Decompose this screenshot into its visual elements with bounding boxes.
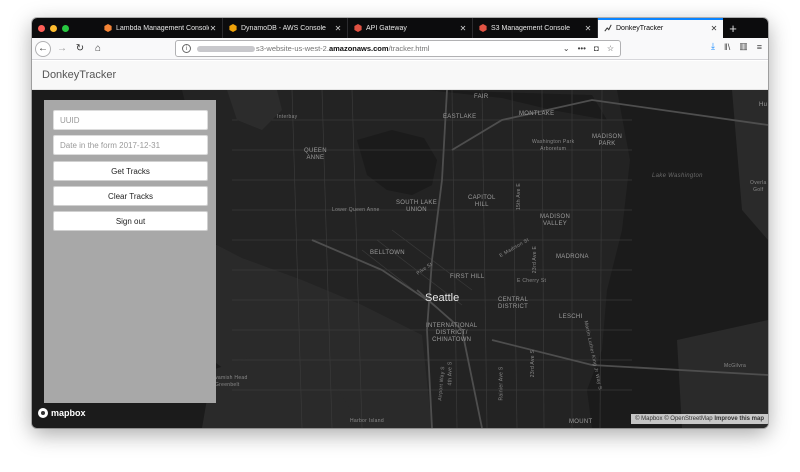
bookmark-star-icon[interactable]: ☆ [607,44,614,53]
map-label: Rainier Ave S [498,366,505,401]
library-icon[interactable]: ‖\ [724,42,730,52]
map-label: MOUNT [569,419,593,425]
sidebar-icon[interactable]: ▥ [739,41,748,52]
map-label: Lower Queen Anne [332,207,380,213]
redacted-url-part [197,45,255,52]
browser-window: Lambda Management Console ✕ DynamoDB - A… [32,18,768,428]
tab-donkeytracker[interactable]: DonkeyTracker ✕ [598,18,723,38]
map-label: FIRST HILL [450,274,485,280]
map-label: Interbay [277,114,298,120]
control-panel: Get Tracks Clear Tracks Sign out [44,100,216,403]
map-label: Harbor Island [350,418,384,424]
tab-label: S3 Management Console [491,24,570,32]
home-icon[interactable]: ⌂ [91,42,105,56]
map-label: 23rd Ave E [532,245,539,274]
get-tracks-button[interactable]: Get Tracks [53,161,208,181]
zoom-window-button[interactable] [62,24,69,32]
url-domain: amazonaws.com [328,44,389,53]
mapbox-logo[interactable]: mapbox [38,408,86,418]
tab-label: DonkeyTracker [616,24,664,32]
map-label: McGilvra [724,363,747,369]
url-path: /tracker.html [388,44,430,53]
tracker-icon [604,24,612,32]
map-label: LESCHI [559,314,583,320]
attribution-mapbox-link[interactable]: © Mapbox [635,416,662,422]
menu-icon[interactable]: ≡ [757,42,762,52]
app-header: DonkeyTracker [32,61,768,90]
download-icon[interactable]: ⤓ [711,41,715,52]
map-label: MONTLAKE [519,111,555,117]
chevron-down-icon[interactable]: ⌄ [563,44,570,53]
url-prefix: s3-website-us-west-2. [256,44,329,53]
info-icon[interactable]: i [182,44,191,53]
aws-dynamodb-icon [229,24,237,32]
map-label: Overla Golf [750,180,767,193]
tab-dynamodb[interactable]: DynamoDB - AWS Console ✕ [223,18,348,38]
map-label: 4th Ave S [447,361,454,386]
aws-lambda-icon [104,24,112,32]
map-label: Hu [759,102,768,108]
map-label: SOUTH LAKE UNION [396,200,438,213]
window-controls [32,18,98,38]
clear-tracks-button[interactable]: Clear Tracks [53,186,208,206]
close-tab-icon[interactable]: ✕ [710,24,718,33]
map-label: EASTLAKE [443,114,477,120]
back-arrow-icon[interactable]: ← [35,40,51,57]
tab-label: Lambda Management Console [116,24,209,32]
forward-arrow-icon[interactable]: → [55,42,69,56]
map-attribution: © Mapbox © OpenStreetMap Improve this ma… [631,414,768,424]
improve-map-link[interactable]: Improve this map [714,416,764,422]
tab-strip: Lambda Management Console ✕ DynamoDB - A… [32,18,768,38]
map-label: MADRONA [556,254,589,260]
map-label: CAPITOL HILL [468,195,496,208]
map-label: Washington Park Arboretum [532,139,575,152]
map-label: INTERNATIONAL DISTRICT/ CHINATOWN [426,323,478,343]
mapbox-logo-text: mapbox [51,408,86,418]
map-label: FAIR [474,94,489,100]
map-label: MADISON PARK [592,134,623,147]
map-label-seattle: Seattle [425,292,460,304]
tab-label: API Gateway [366,24,407,32]
tab-s3[interactable]: S3 Management Console ✕ [473,18,598,38]
close-tab-icon[interactable]: ✕ [584,24,592,33]
toolbar-right: ⤓ ‖\ ▥ ≡ [711,41,762,52]
pocket-icon[interactable]: ◘ [594,44,599,53]
app-title[interactable]: DonkeyTracker [42,69,116,81]
tab-lambda[interactable]: Lambda Management Console ✕ [98,18,223,38]
aws-s3-icon [479,24,487,32]
aws-apigateway-icon [354,24,362,32]
map-label: BELLTOWN [370,250,405,256]
date-input[interactable] [53,135,208,155]
map-label: QUEEN ANNE [304,148,327,161]
map-label: 23rd Ave S [530,349,537,378]
close-window-button[interactable] [38,24,45,32]
close-tab-icon[interactable]: ✕ [334,24,342,33]
url-bar[interactable]: i s3-website-us-west-2. amazonaws.com /t… [175,40,621,57]
minimize-window-button[interactable] [50,24,57,32]
tab-label: DynamoDB - AWS Console [241,24,326,32]
map-label: E Cherry St [517,278,547,284]
attribution-osm-link[interactable]: © OpenStreetMap [664,416,712,422]
reload-icon[interactable]: ↻ [73,42,87,56]
mapbox-icon [38,408,48,418]
map-label: CENTRAL DISTRICT [498,297,529,310]
close-tab-icon[interactable]: ✕ [209,24,217,33]
map-label: Lake Washington [652,173,703,179]
tab-apigateway[interactable]: API Gateway ✕ [348,18,473,38]
map-label: 15th Ave E [516,182,523,211]
new-tab-button[interactable]: + [723,18,743,38]
more-icon[interactable]: ••• [578,44,586,53]
map-label: MADISON VALLEY [540,214,571,227]
sign-out-button[interactable]: Sign out [53,211,208,231]
navigation-bar: ← → ↻ ⌂ i s3-website-us-west-2. amazonaw… [32,38,768,60]
uuid-input[interactable] [53,110,208,130]
close-tab-icon[interactable]: ✕ [459,24,467,33]
